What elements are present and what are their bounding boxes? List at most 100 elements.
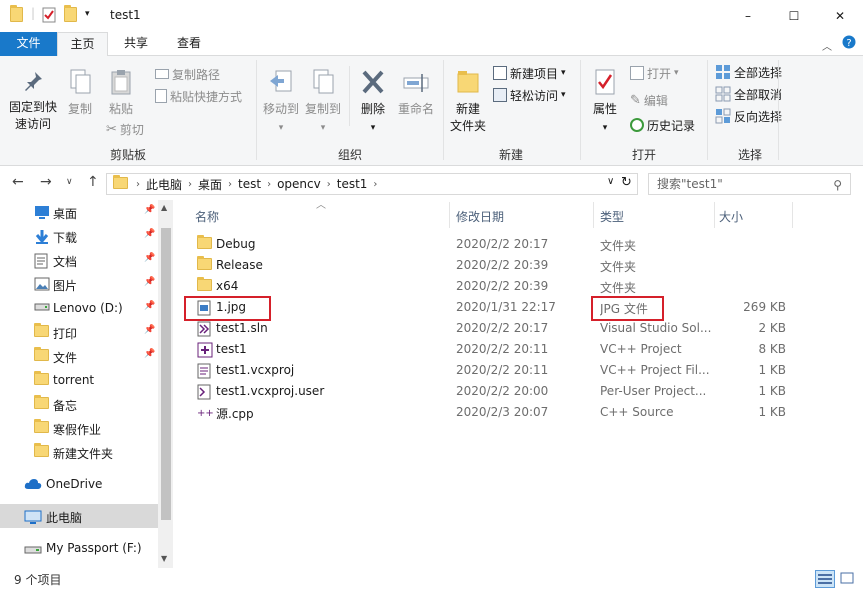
breadcrumb-test1[interactable]: test1 xyxy=(337,177,368,191)
breadcrumb-opencv[interactable]: opencv xyxy=(277,177,321,191)
file-row[interactable]: x64 2020/2/2 20:39 文件夹 xyxy=(181,276,863,297)
copy-path-button[interactable]: 复制路径 xyxy=(155,64,220,84)
nav-item[interactable]: 下载 📌 xyxy=(0,224,158,248)
pin-icon[interactable]: 📌 xyxy=(144,229,155,239)
file-name: test1.vcxproj xyxy=(216,363,295,377)
pin-icon xyxy=(25,72,42,91)
tab-share[interactable]: 共享 xyxy=(112,32,160,56)
new-group-label: 新建 xyxy=(498,148,523,162)
nav-item[interactable]: 图片 📌 xyxy=(0,272,158,296)
chevron-down-icon: ▾ xyxy=(278,123,284,133)
nav-item-onedrive[interactable]: OneDrive xyxy=(0,472,158,496)
pin-icon[interactable]: 📌 xyxy=(144,205,155,215)
properties-quick-icon[interactable] xyxy=(42,7,56,26)
nav-item-my-passport[interactable]: My Passport (F:) xyxy=(0,536,158,560)
pin-to-quick-access-button[interactable]: 固定到快 速访问 xyxy=(6,70,60,133)
breadcrumb-test[interactable]: test xyxy=(238,177,261,191)
column-header-date[interactable]: 修改日期 xyxy=(456,208,504,225)
nav-item[interactable]: 新建文件夹 xyxy=(0,440,158,464)
customize-quick-access-icon[interactable]: ▾ xyxy=(85,9,90,19)
select-all-button[interactable]: 全部选择 xyxy=(715,62,782,82)
file-row[interactable]: test1 2020/2/2 20:11 VC++ Project 8 KB xyxy=(181,339,863,360)
organize-group-label: 组织 xyxy=(337,148,362,162)
copy-to-button[interactable]: 复制到 ▾ xyxy=(303,68,343,137)
up-arrow-icon[interactable]: ↑ xyxy=(87,174,99,190)
rename-button[interactable]: 重命名 xyxy=(395,68,437,118)
breadcrumb-this-pc[interactable]: 此电脑 xyxy=(146,176,182,193)
nav-item-label: Lenovo (D:) xyxy=(53,301,123,315)
new-folder-button[interactable]: 新建 文件夹 xyxy=(447,68,489,135)
address-dropdown-icon[interactable]: ∨ xyxy=(607,176,614,187)
nav-item[interactable]: torrent xyxy=(0,368,158,392)
delete-button[interactable]: 删除 ▾ xyxy=(355,68,391,137)
search-input[interactable]: 搜索"test1" ⚲ xyxy=(648,173,851,195)
new-item-button[interactable]: 新建项目 ▾ xyxy=(493,63,566,83)
copy-button[interactable]: 复制 xyxy=(64,68,96,118)
breadcrumb-desktop[interactable]: 桌面 xyxy=(198,176,222,193)
nav-item[interactable]: 备忘 xyxy=(0,392,158,416)
pin-icon[interactable]: 📌 xyxy=(144,301,155,311)
close-button[interactable]: ✕ xyxy=(817,0,863,32)
tab-home[interactable]: 主页 xyxy=(57,32,108,57)
nav-item[interactable]: Lenovo (D:) 📌 xyxy=(0,296,158,320)
column-header-size[interactable]: 大小 xyxy=(719,208,743,225)
history-button[interactable]: 历史记录 xyxy=(630,115,695,135)
new-folder-quick-icon[interactable] xyxy=(64,5,77,25)
select-none-button[interactable]: 全部取消 xyxy=(715,84,782,104)
clipboard-group-label: 剪贴板 xyxy=(109,148,146,162)
chevron-down-icon: ▾ xyxy=(320,123,326,133)
scroll-down-icon[interactable]: ▼ xyxy=(161,554,167,563)
pin-icon[interactable]: 📌 xyxy=(144,325,155,335)
column-header-type[interactable]: 类型 xyxy=(600,208,624,225)
nav-item[interactable]: 文档 📌 xyxy=(0,248,158,272)
easy-access-button[interactable]: 轻松访问 ▾ xyxy=(493,85,566,105)
large-icons-view-button[interactable] xyxy=(838,570,858,588)
minimize-button[interactable]: – xyxy=(725,0,771,32)
invert-selection-button[interactable]: 反向选择 xyxy=(715,106,782,126)
collapse-ribbon-icon[interactable]: ︿ xyxy=(822,38,832,53)
scroll-up-icon[interactable]: ▲ xyxy=(161,203,167,212)
pin-icon[interactable]: 📌 xyxy=(144,277,155,287)
nav-item-this-pc[interactable]: 此电脑 xyxy=(0,504,158,528)
edit-button[interactable]: ✎ 编辑 xyxy=(630,90,668,110)
paste-button[interactable]: 粘贴 xyxy=(104,68,138,118)
tab-view[interactable]: 查看 xyxy=(164,32,214,56)
maximize-button[interactable]: ☐ xyxy=(771,0,817,32)
chevron-down-icon: ▾ xyxy=(561,90,566,100)
nav-item[interactable]: 文件 📌 xyxy=(0,344,158,368)
file-row[interactable]: Debug 2020/2/2 20:17 文件夹 xyxy=(181,234,863,255)
file-row[interactable]: test1.sln 2020/2/2 20:17 Visual Studio Sol… xyxy=(181,318,863,339)
address-bar[interactable]: › 此电脑 › 桌面 › test › opencv › test1 › ∨ ↻ xyxy=(106,173,638,195)
file-row[interactable]: 1.jpg 2020/1/31 22:17 JPG 文件 269 KB xyxy=(181,297,863,318)
file-row[interactable]: test1.vcxproj 2020/2/2 20:11 VC++ Project … xyxy=(181,360,863,381)
properties-button[interactable]: 属性 ▾ xyxy=(586,68,624,137)
nav-item[interactable]: 打印 📌 xyxy=(0,320,158,344)
pin-icon[interactable]: 📌 xyxy=(144,349,155,359)
file-size: 8 KB xyxy=(758,342,786,356)
paste-shortcut-button[interactable]: 粘贴快捷方式 xyxy=(155,86,242,106)
svg-text:?: ? xyxy=(846,38,851,49)
recent-locations-chevron-icon[interactable]: ∨ xyxy=(66,177,73,187)
nav-scrollbar-thumb[interactable] xyxy=(161,228,171,520)
file-date: 2020/2/2 20:39 xyxy=(456,258,549,272)
file-row[interactable]: test1.vcxproj.user 2020/2/2 20:00 Per-User… xyxy=(181,381,863,402)
nav-item[interactable]: 桌面 📌 xyxy=(0,200,158,224)
column-header-name[interactable]: 名称 xyxy=(195,208,219,225)
forward-arrow-icon[interactable]: → xyxy=(40,174,52,190)
cut-button[interactable]: ✂ 剪切 xyxy=(106,119,144,139)
tab-file[interactable]: 文件 xyxy=(0,32,57,56)
open-button[interactable]: 打开 ▾ xyxy=(630,63,679,83)
file-row[interactable]: ++ 源.cpp 2020/2/3 20:07 C++ Source 1 KB xyxy=(181,402,863,423)
details-view-button[interactable] xyxy=(815,570,835,588)
back-arrow-icon[interactable]: ← xyxy=(12,174,24,190)
copy-path-icon xyxy=(155,69,169,79)
refresh-icon[interactable]: ↻ xyxy=(621,175,632,190)
move-to-button[interactable]: 移动到 ▾ xyxy=(261,68,301,137)
folder-icon[interactable] xyxy=(10,5,23,25)
file-row[interactable]: Release 2020/2/2 20:39 文件夹 xyxy=(181,255,863,276)
nav-item[interactable]: 寒假作业 xyxy=(0,416,158,440)
select-all-icon xyxy=(716,65,730,79)
help-icon[interactable]: ? xyxy=(842,35,856,52)
pin-icon[interactable]: 📌 xyxy=(144,253,155,263)
close-icon: ✕ xyxy=(834,9,846,23)
